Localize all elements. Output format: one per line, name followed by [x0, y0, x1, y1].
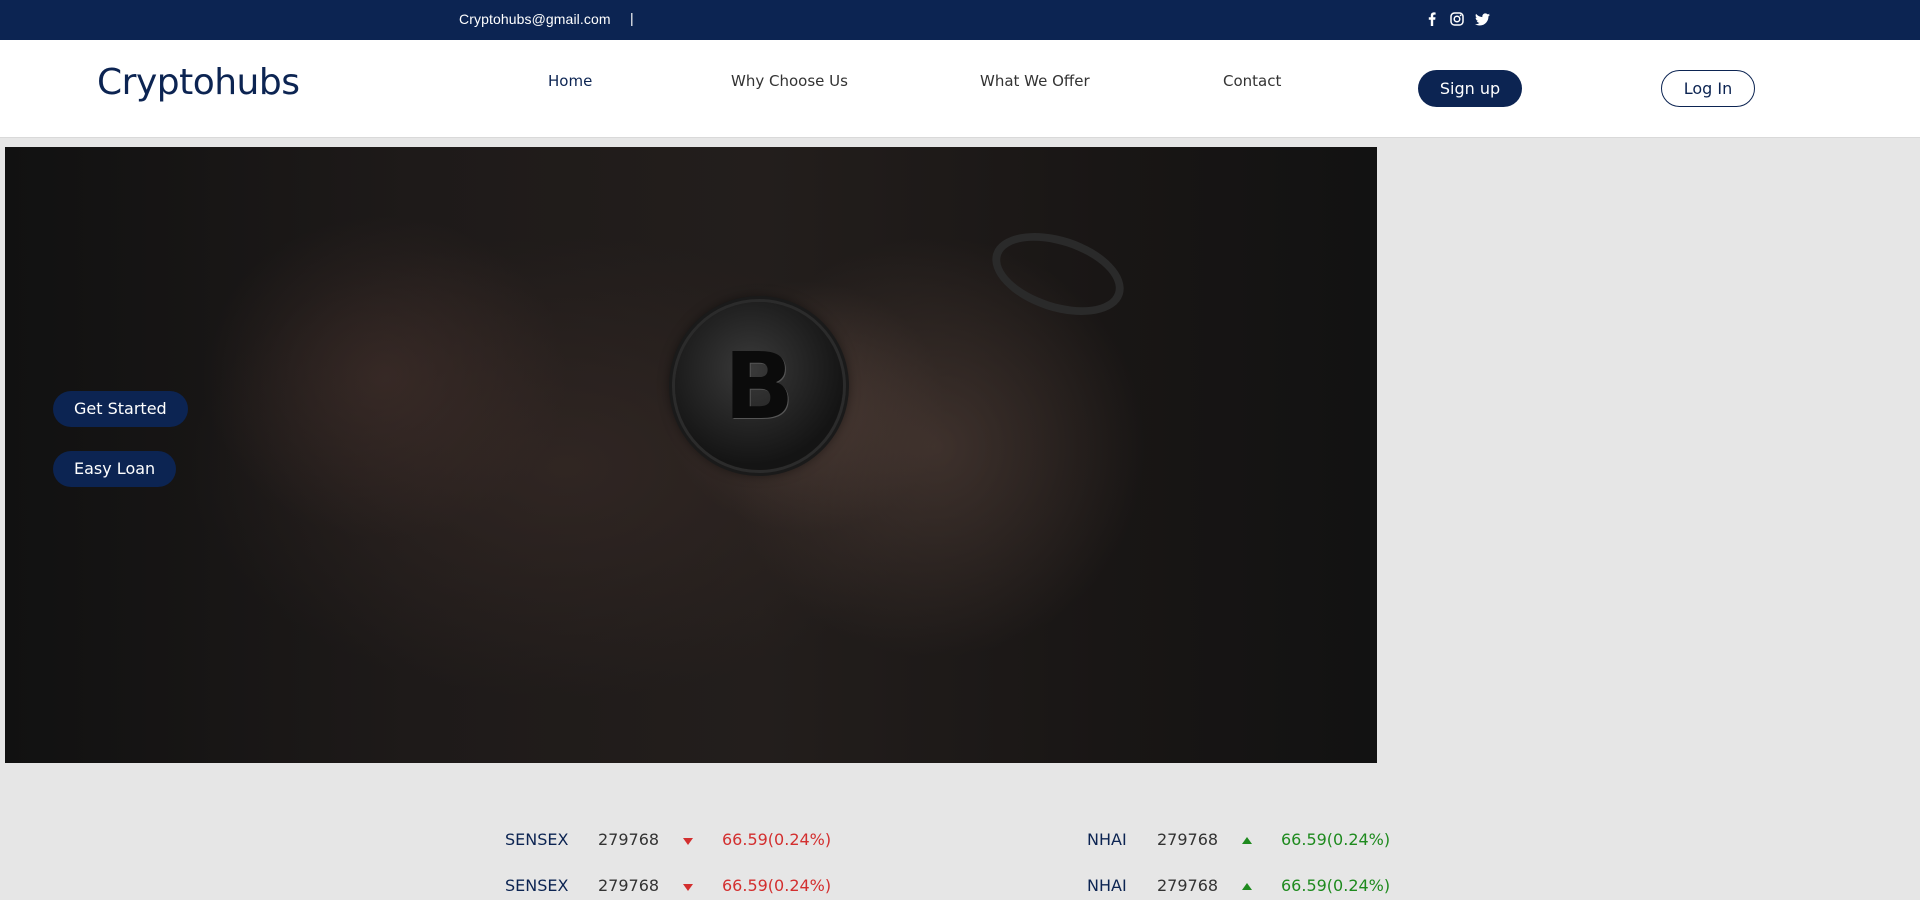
bitcoin-coin-image: B [675, 302, 843, 470]
ticker-name: SENSEX [505, 876, 569, 895]
ticker-row: SENSEX 279768 66.59(0.24%) NHAI 279768 6… [0, 830, 1920, 854]
ticker-change: 66.59(0.24%) [722, 830, 832, 849]
nav-item-what-we-offer[interactable]: What We Offer [980, 72, 1090, 90]
top-bar: Cryptohubs@gmail.com | [0, 0, 1920, 40]
ticker-name: NHAI [1087, 830, 1127, 849]
ticker-value: 279768 [1157, 876, 1219, 895]
facebook-icon[interactable] [1424, 11, 1440, 27]
easy-loan-button[interactable]: Easy Loan [53, 451, 177, 487]
contact-email-link[interactable]: Cryptohubs@gmail.com [459, 11, 611, 27]
login-button[interactable]: Log In [1661, 70, 1755, 107]
up-arrow-icon [1242, 837, 1252, 844]
nav-item-contact[interactable]: Contact [1223, 72, 1281, 90]
ring-decoration [981, 217, 1135, 331]
hero-banner: B Get Started Easy Loan [5, 147, 1377, 763]
ticker-name: SENSEX [505, 830, 569, 849]
twitter-icon[interactable] [1474, 11, 1490, 27]
ticker-name: NHAI [1087, 876, 1127, 895]
social-links [1424, 11, 1490, 27]
site-logo[interactable]: Cryptohubs [97, 62, 300, 103]
ticker-change: 66.59(0.24%) [1281, 876, 1391, 895]
ticker-row: SENSEX 279768 66.59(0.24%) NHAI 279768 6… [0, 876, 1920, 900]
ticker-value: 279768 [1157, 830, 1219, 849]
ticker-value: 279768 [598, 876, 660, 895]
get-started-button[interactable]: Get Started [53, 391, 188, 427]
signup-button[interactable]: Sign up [1418, 70, 1522, 107]
down-arrow-icon [683, 838, 693, 845]
up-arrow-icon [1242, 883, 1252, 890]
bitcoin-icon: B [723, 332, 795, 440]
ticker-change: 66.59(0.24%) [1281, 830, 1391, 849]
nav-item-home[interactable]: Home [548, 72, 592, 90]
site-header: Cryptohubs Home Why Choose Us What We Of… [0, 40, 1920, 138]
ticker-change: 66.59(0.24%) [722, 876, 832, 895]
ticker-value: 279768 [598, 830, 660, 849]
topbar-separator: | [630, 10, 634, 26]
instagram-icon[interactable] [1449, 11, 1465, 27]
nav-item-why-choose-us[interactable]: Why Choose Us [731, 72, 848, 90]
